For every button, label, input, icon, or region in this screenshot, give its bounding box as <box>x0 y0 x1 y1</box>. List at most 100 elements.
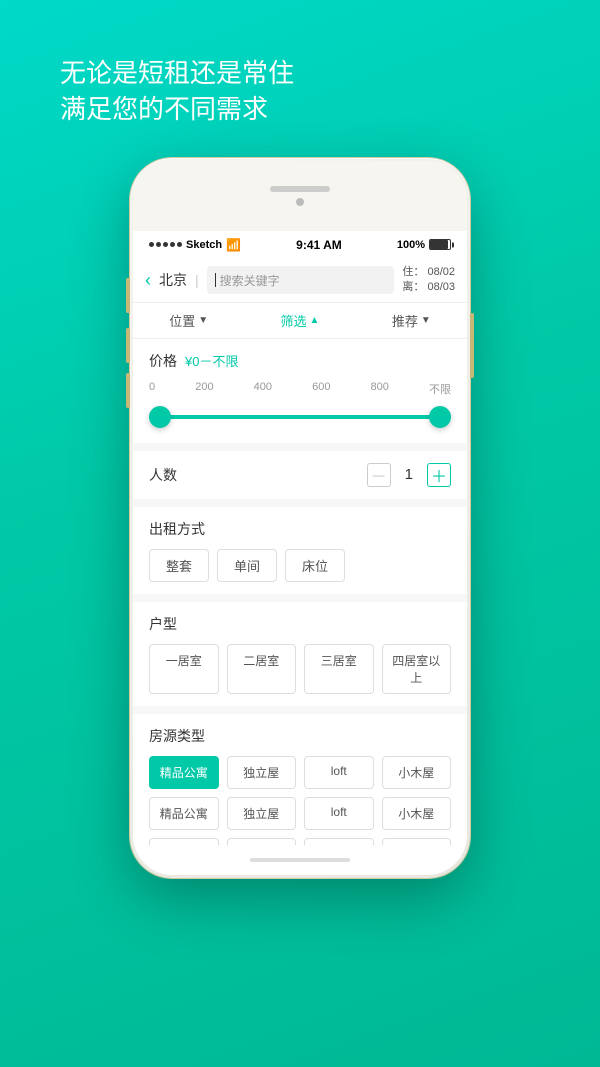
status-bar: Sketch 📶 9:41 AM 100% <box>133 231 467 259</box>
source-tag-0-2[interactable]: loft <box>304 756 374 789</box>
source-tag-0-1[interactable]: 独立屋 <box>227 756 297 789</box>
phone-shell: Sketch 📶 9:41 AM 100% ‹ 北京 | <box>130 158 470 878</box>
carrier-name: Sketch <box>186 239 222 251</box>
source-tag-2-0[interactable]: 精品公寓 <box>149 838 219 845</box>
source-tag-0-3[interactable]: 小木屋 <box>382 756 452 789</box>
search-input[interactable]: 搜索关键字 <box>207 266 395 294</box>
hero-section: 无论是短租还是常住 满足您的不同需求 <box>0 55 600 128</box>
slider-track <box>149 415 451 419</box>
source-tag-0-0[interactable]: 精品公寓 <box>149 756 219 789</box>
status-time: 9:41 AM <box>296 238 342 252</box>
room-tag-1[interactable]: 二居室 <box>227 644 297 694</box>
source-tag-1-2[interactable]: loft <box>304 797 374 830</box>
city-label: 北京 <box>159 270 187 290</box>
minus-icon: － <box>371 463 387 487</box>
plus-icon: ＋ <box>431 463 447 487</box>
room-tag-0[interactable]: 一居室 <box>149 644 219 694</box>
scale-400: 400 <box>254 381 272 397</box>
tab-location[interactable]: 位置 ▼ <box>169 311 208 330</box>
room-type-title: 户型 <box>149 614 451 634</box>
source-row-2: 精品公寓 独立屋 loft 小木屋 <box>149 838 451 845</box>
hero-line2: 满足您的不同需求 <box>60 94 268 124</box>
hero-line1: 无论是短租还是常住 <box>60 58 294 88</box>
increment-button[interactable]: ＋ <box>427 463 451 487</box>
price-range-label: ¥0－不限 <box>185 351 238 370</box>
source-tag-2-1[interactable]: 独立屋 <box>227 838 297 845</box>
price-title-row: 价格 ¥0－不限 <box>149 351 451 371</box>
source-row-1: 精品公寓 独立屋 loft 小木屋 <box>149 797 451 830</box>
room-tag-3[interactable]: 四居室以上 <box>382 644 452 694</box>
check-out-date: 08/03 <box>427 281 455 293</box>
dot3 <box>163 242 168 247</box>
scale-0: 0 <box>149 381 155 397</box>
tab-recommend[interactable]: 推荐 ▼ <box>392 311 431 330</box>
tab-location-arrow: ▼ <box>198 315 208 326</box>
search-placeholder: 搜索关键字 <box>220 272 280 289</box>
source-tag-2-3[interactable]: 小木屋 <box>382 838 452 845</box>
slider-thumb-right[interactable] <box>429 406 451 428</box>
source-row-0: 精品公寓 独立屋 loft 小木屋 <box>149 756 451 789</box>
tab-filter-label: 筛选 <box>281 311 307 330</box>
rental-tag-1[interactable]: 单间 <box>217 549 277 582</box>
room-tag-2[interactable]: 三居室 <box>304 644 374 694</box>
phone-inner: Sketch 📶 9:41 AM 100% ‹ 北京 | <box>133 161 467 875</box>
tab-recommend-arrow: ▼ <box>421 315 431 326</box>
source-tag-2-2[interactable]: loft <box>304 838 374 845</box>
phone-mockup: Sketch 📶 9:41 AM 100% ‹ 北京 | <box>130 158 470 878</box>
dot1 <box>149 242 154 247</box>
scale-200: 200 <box>195 381 213 397</box>
people-title: 人数 <box>149 465 177 485</box>
dot2 <box>156 242 161 247</box>
signal-dots <box>149 242 182 247</box>
battery-fill <box>430 240 448 249</box>
screen: Sketch 📶 9:41 AM 100% ‹ 北京 | <box>133 161 467 875</box>
rental-tag-2[interactable]: 床位 <box>285 549 345 582</box>
date-info: 住： 08/02 离： 08/03 <box>402 265 455 296</box>
status-right: 100% <box>397 239 451 251</box>
scale-max: 不限 <box>429 381 451 397</box>
price-title: 价格 <box>149 351 177 371</box>
text-cursor <box>215 273 216 287</box>
back-arrow-icon[interactable]: ‹ <box>145 270 151 291</box>
scale-800: 800 <box>371 381 389 397</box>
rental-type-tags: 整套 单间 床位 <box>149 549 451 582</box>
source-tag-1-3[interactable]: 小木屋 <box>382 797 452 830</box>
decrement-button[interactable]: － <box>367 463 391 487</box>
people-value: 1 <box>405 466 413 483</box>
filter-content: 价格 ¥0－不限 0 200 400 600 800 不限 <box>133 339 467 845</box>
camera <box>296 198 304 206</box>
battery-percent: 100% <box>397 239 425 251</box>
source-tag-1-0[interactable]: 精品公寓 <box>149 797 219 830</box>
rental-tag-0[interactable]: 整套 <box>149 549 209 582</box>
price-scale: 0 200 400 600 800 不限 <box>149 381 451 397</box>
rental-type-title: 出租方式 <box>149 519 451 539</box>
people-section: 人数 － 1 ＋ <box>133 451 467 499</box>
search-bar: ‹ 北京 | 搜索关键字 住： 08/02 离： 08 <box>133 259 467 303</box>
price-section: 价格 ¥0－不限 0 200 400 600 800 不限 <box>133 339 467 443</box>
check-out-label: 离： <box>402 281 424 293</box>
rental-type-section: 出租方式 整套 单间 床位 <box>133 507 467 594</box>
tab-location-label: 位置 <box>169 311 195 330</box>
source-type-section: 房源类型 精品公寓 独立屋 loft <box>133 714 467 845</box>
people-counter: － 1 ＋ <box>367 463 451 487</box>
scale-600: 600 <box>312 381 330 397</box>
home-bar <box>250 858 350 862</box>
speaker <box>270 186 330 192</box>
status-left: Sketch 📶 <box>149 238 241 252</box>
source-type-title: 房源类型 <box>149 726 451 746</box>
room-type-section: 户型 一居室 二居室 三居室 四居室 <box>133 602 467 706</box>
check-out: 离： 08/03 <box>402 280 455 295</box>
battery-icon <box>429 239 451 250</box>
home-indicator <box>133 845 467 875</box>
tab-recommend-label: 推荐 <box>392 311 418 330</box>
tab-filter[interactable]: 筛选 ▲ <box>281 311 320 330</box>
tab-filter-arrow: ▲ <box>310 315 320 326</box>
source-tag-1-1[interactable]: 独立屋 <box>227 797 297 830</box>
separator: | <box>195 272 199 288</box>
dot4 <box>170 242 175 247</box>
check-in: 住： 08/02 <box>402 265 455 280</box>
room-type-tags: 一居室 二居室 三居室 四居室以上 <box>149 644 451 694</box>
price-slider[interactable] <box>149 403 451 431</box>
slider-thumb-left[interactable] <box>149 406 171 428</box>
check-in-label: 住： <box>402 266 424 278</box>
